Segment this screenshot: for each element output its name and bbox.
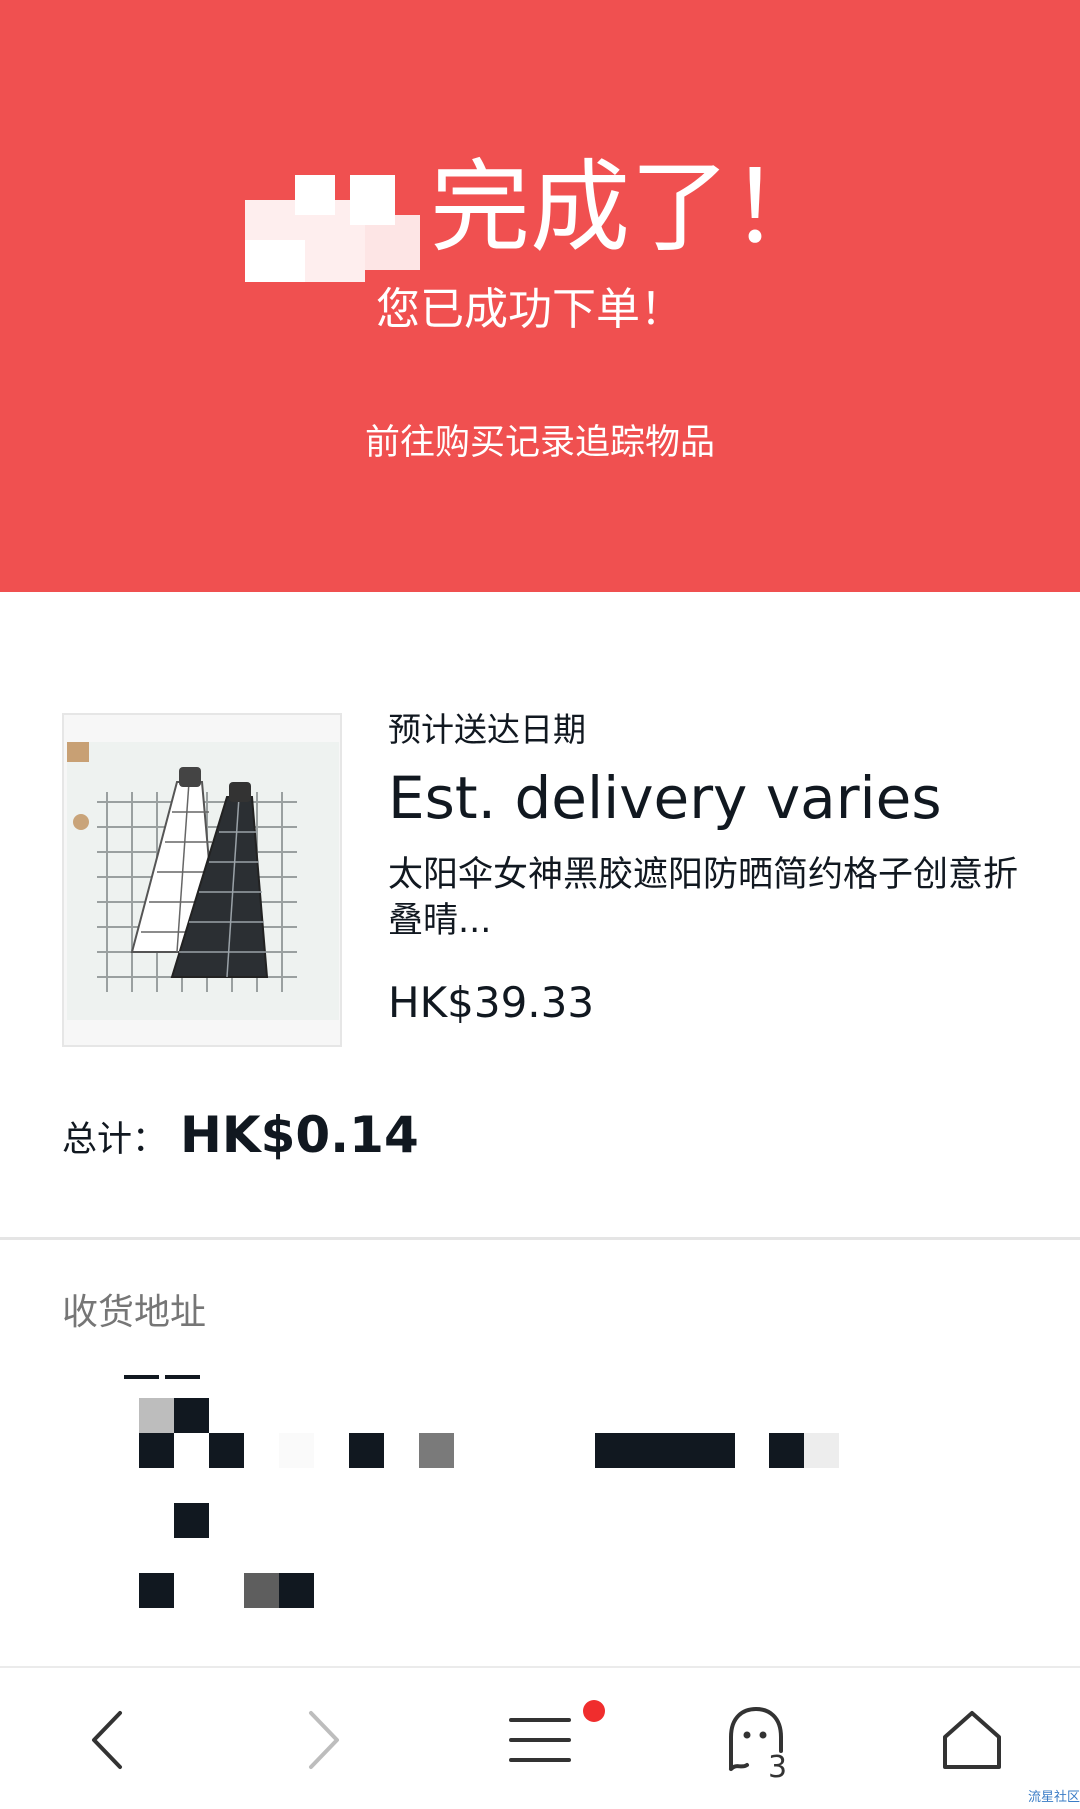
success-subline: 您已成功下单！: [376, 284, 684, 335]
back-arrow-icon: [92, 1710, 122, 1769]
menu-button[interactable]: [465, 1668, 615, 1809]
success-headline: 完成了！: [430, 149, 830, 266]
success-banner: 完成了！ 您已成功下单！ 前往购买记录追踪物品: [0, 0, 1080, 592]
section-divider: [0, 1237, 1080, 1240]
menu-notification-dot: [583, 1700, 605, 1722]
bottom-navigation-bar: 3: [0, 1666, 1080, 1809]
redacted-shipping-address: [110, 1365, 870, 1615]
chat-count-badge: 3: [768, 1750, 788, 1785]
watermark-text: 流星社区: [1028, 1790, 1080, 1805]
redacted-user-name: [245, 170, 420, 282]
menu-icon: [509, 1717, 571, 1762]
track-order-link[interactable]: 前往购买记录追踪物品: [0, 415, 1080, 471]
product-image[interactable]: [62, 713, 342, 1047]
home-icon: [943, 1710, 1001, 1769]
umbrella-product-image: [67, 742, 339, 1020]
home-button[interactable]: [897, 1668, 1047, 1809]
order-confirmation-page: 完成了！ 您已成功下单！ 前往购买记录追踪物品 预计送达日期 Est. deli…: [0, 0, 1080, 1809]
chat-button[interactable]: [681, 1668, 831, 1809]
shipping-address-label: 收货地址: [62, 1292, 207, 1333]
order-total-value: HK$0.14: [180, 1106, 419, 1164]
product-price: HK$39.33: [388, 978, 595, 1027]
delivery-estimate-value: Est. delivery varies: [388, 764, 942, 832]
forward-button[interactable]: [248, 1668, 398, 1809]
delivery-estimate-label: 预计送达日期: [388, 710, 586, 749]
back-button[interactable]: [33, 1668, 183, 1809]
product-title[interactable]: 太阳伞女神黑胶遮阳防晒简约格子创意折叠晴...: [388, 852, 1018, 944]
forward-arrow-icon: [309, 1710, 339, 1769]
order-total-label: 总计：: [62, 1120, 168, 1160]
